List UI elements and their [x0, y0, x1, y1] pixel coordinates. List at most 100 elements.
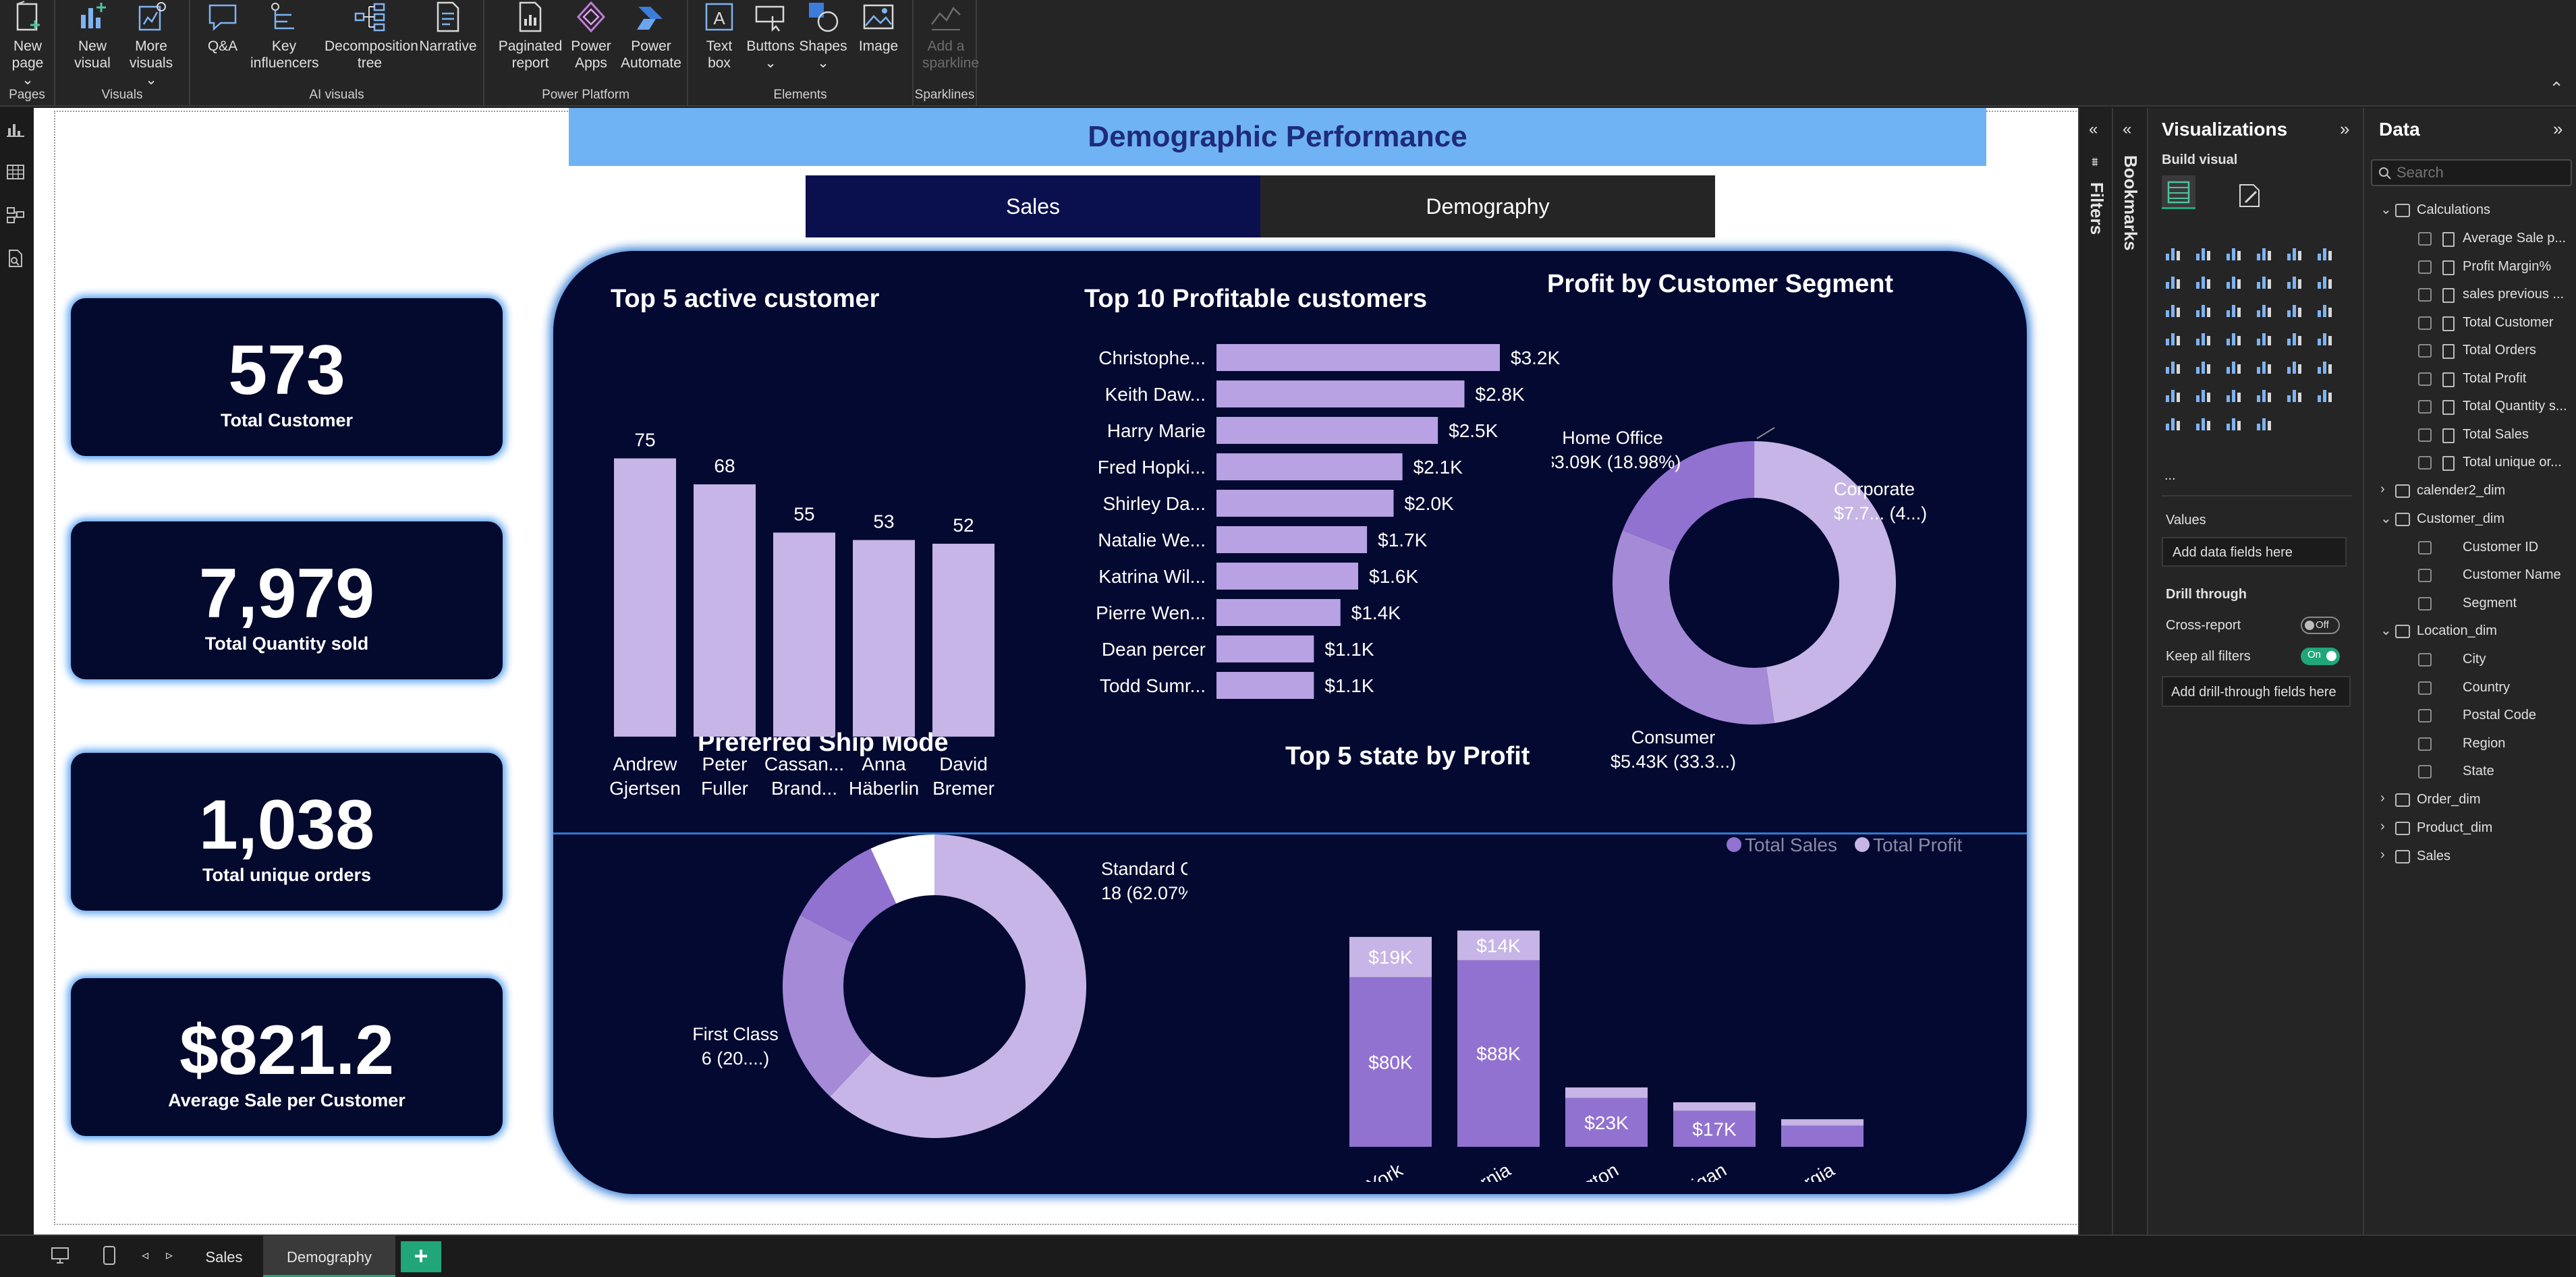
- model-view-icon[interactable]: [5, 205, 26, 225]
- field-item[interactable]: Total Customer: [2364, 311, 2576, 337]
- stacked-area-icon[interactable]: [2224, 271, 2244, 291]
- format-visual-icon[interactable]: [2236, 182, 2263, 209]
- stacked-bar-icon[interactable]: [2163, 243, 2183, 263]
- text-box-button[interactable]: A Text box: [699, 0, 739, 72]
- field-checkbox[interactable]: [2418, 428, 2432, 442]
- field-checkbox[interactable]: [2418, 765, 2432, 778]
- chart-top10-profitable-customers[interactable]: Christophe... $3.2KKeith Daw... $2.8KHarry…: [1080, 325, 1592, 757]
- r-visual-icon[interactable]: [2315, 356, 2335, 376]
- field-item[interactable]: Segment: [2364, 592, 2576, 617]
- build-visual-tab[interactable]: [2162, 175, 2195, 209]
- key-influencers-button[interactable]: Key influencers: [247, 0, 321, 72]
- more-visuals-button[interactable]: More visuals⌄: [123, 0, 179, 88]
- key-influencers-icon[interactable]: [2193, 385, 2214, 405]
- mobile-layout-icon[interactable]: [101, 1245, 117, 1266]
- treemap-icon[interactable]: [2163, 328, 2183, 348]
- line-chart-icon[interactable]: [2163, 271, 2183, 291]
- matrix-icon[interactable]: [2285, 356, 2305, 376]
- kpi-card-average-sale[interactable]: $821.2 Average Sale per Customer: [71, 978, 503, 1136]
- filled-map-icon[interactable]: [2224, 328, 2244, 348]
- table-product-dim[interactable]: › Product_dim: [2364, 816, 2576, 842]
- data-search-input[interactable]: [2397, 163, 2565, 182]
- stacked-column-icon[interactable]: [2193, 243, 2214, 263]
- table-view-icon[interactable]: [5, 162, 26, 182]
- field-checkbox[interactable]: [2418, 681, 2432, 695]
- 100-bar-icon[interactable]: [2285, 243, 2305, 263]
- field-checkbox[interactable]: [2418, 737, 2432, 751]
- kpi-icon[interactable]: [2193, 356, 2214, 376]
- azure-map-icon[interactable]: [2254, 328, 2274, 348]
- image-button[interactable]: Image: [853, 0, 904, 55]
- combo-chart-icon[interactable]: [2163, 300, 2183, 320]
- values-well[interactable]: Add data fields here: [2162, 537, 2347, 567]
- arcgis-icon[interactable]: [2193, 413, 2214, 433]
- field-item[interactable]: Postal Code: [2364, 704, 2576, 729]
- expand-filters-icon[interactable]: «: [2089, 120, 2098, 139]
- field-item[interactable]: sales previous ...: [2364, 283, 2576, 308]
- nav-button-demography[interactable]: Demography: [1260, 175, 1715, 237]
- table-calculations[interactable]: ⌄ Calculations: [2364, 198, 2576, 224]
- desktop-layout-icon[interactable]: [50, 1245, 70, 1266]
- ribbon-chart-icon[interactable]: [2254, 271, 2274, 291]
- goals-icon[interactable]: [2315, 385, 2335, 405]
- field-item[interactable]: State: [2364, 760, 2576, 785]
- table-sales[interactable]: › Sales: [2364, 845, 2576, 870]
- field-checkbox[interactable]: [2418, 288, 2432, 302]
- table-location-dim[interactable]: ⌄ Location_dim: [2364, 619, 2576, 645]
- table-icon[interactable]: [2254, 356, 2274, 376]
- collapse-visualizations-icon[interactable]: »: [2340, 119, 2349, 140]
- field-item[interactable]: Region: [2364, 732, 2576, 758]
- waterfall-icon[interactable]: [2315, 271, 2335, 291]
- field-item[interactable]: Total Quantity s...: [2364, 395, 2576, 420]
- field-item[interactable]: Total unique or...: [2364, 451, 2576, 476]
- python-visual-icon[interactable]: [2163, 385, 2183, 405]
- add-page-button[interactable]: +: [401, 1241, 441, 1272]
- field-checkbox[interactable]: [2418, 260, 2432, 274]
- column-line-icon[interactable]: [2193, 300, 2214, 320]
- power-apps-icon[interactable]: [2224, 413, 2244, 433]
- add-sparkline-button[interactable]: Add a sparkline: [919, 0, 979, 72]
- cross-report-toggle[interactable]: Off: [2301, 617, 2340, 634]
- field-checkbox[interactable]: [2418, 596, 2432, 611]
- report-view-icon[interactable]: [5, 119, 26, 139]
- paginated-icon[interactable]: [2163, 413, 2183, 433]
- qna-icon[interactable]: [2254, 385, 2274, 405]
- data-search-box[interactable]: [2371, 159, 2572, 186]
- funnel-icon[interactable]: [2224, 300, 2244, 320]
- kpi-card-total-quantity-sold[interactable]: 7,979 Total Quantity sold: [71, 521, 503, 679]
- field-item[interactable]: Average Sale p...: [2364, 227, 2576, 252]
- narrative-button[interactable]: Narrative: [416, 0, 480, 55]
- new-visual-button[interactable]: New visual: [69, 0, 116, 72]
- chevron-right-icon[interactable]: ›: [2380, 482, 2385, 497]
- previous-page-icon[interactable]: ◃: [142, 1247, 148, 1264]
- area-chart-icon[interactable]: [2193, 271, 2214, 291]
- map-icon[interactable]: [2193, 328, 2214, 348]
- field-checkbox[interactable]: [2418, 569, 2432, 582]
- table-order-dim[interactable]: › Order_dim: [2364, 788, 2576, 814]
- power-apps-button[interactable]: Power Apps: [564, 0, 618, 72]
- field-item[interactable]: Profit Margin%: [2364, 255, 2576, 281]
- qna-button[interactable]: Q&A: [202, 0, 243, 55]
- field-checkbox[interactable]: [2418, 540, 2432, 555]
- card-icon[interactable]: [2315, 328, 2335, 348]
- kpi-card-total-customer[interactable]: 573 Total Customer: [71, 298, 503, 456]
- field-item[interactable]: Total Orders: [2364, 339, 2576, 364]
- pie-icon[interactable]: [2285, 300, 2305, 320]
- chevron-down-icon[interactable]: ⌄: [2380, 510, 2392, 527]
- field-item[interactable]: Customer Name: [2364, 563, 2576, 589]
- field-checkbox[interactable]: [2418, 232, 2432, 246]
- kpi-card-total-unique-orders[interactable]: 1,038 Total unique orders: [71, 753, 503, 911]
- line-column-icon[interactable]: [2285, 271, 2305, 291]
- chevron-right-icon[interactable]: ›: [2380, 791, 2385, 806]
- field-item[interactable]: Total Sales: [2364, 423, 2576, 449]
- next-page-icon[interactable]: ▹: [166, 1247, 173, 1264]
- field-item[interactable]: Customer ID: [2364, 536, 2576, 561]
- clustered-bar-icon[interactable]: [2224, 243, 2244, 263]
- power-automate-icon[interactable]: [2254, 413, 2274, 433]
- slicer-icon[interactable]: [2224, 356, 2244, 376]
- page-tab-sales[interactable]: Sales: [190, 1236, 258, 1277]
- buttons-button[interactable]: Buttons ⌄: [744, 0, 797, 72]
- field-checkbox[interactable]: [2418, 372, 2432, 386]
- table-calender2-dim[interactable]: › calender2_dim: [2364, 479, 2576, 505]
- page-tab-demography[interactable]: Demography: [263, 1236, 395, 1277]
